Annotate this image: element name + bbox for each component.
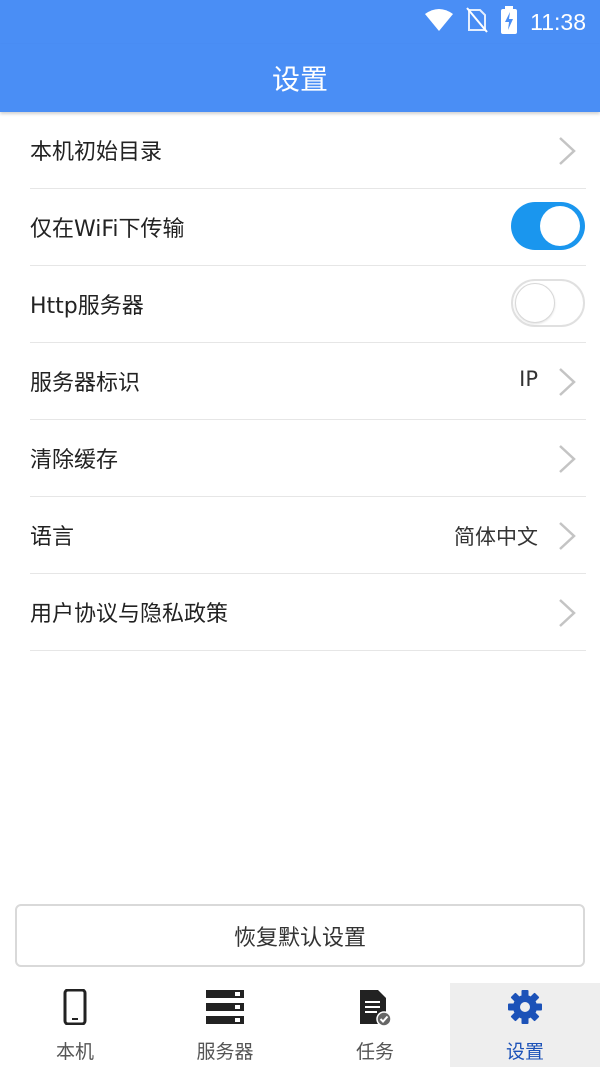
- nav-item-server[interactable]: 服务器: [150, 983, 300, 1067]
- nav-item-settings[interactable]: 设置: [450, 983, 600, 1067]
- status-time: 11:38: [530, 8, 586, 35]
- chevron-right-icon: [559, 368, 576, 396]
- app-bar: 设置: [0, 44, 600, 112]
- nav-label: 本机: [55, 1041, 94, 1063]
- gear-icon: [507, 989, 543, 1029]
- setting-label: 语言: [30, 525, 75, 550]
- setting-value: 简体中文: [454, 525, 538, 549]
- wifi-icon: [424, 8, 454, 36]
- setting-server-identifier[interactable]: 服务器标识 IP: [30, 343, 586, 420]
- nav-label: 任务: [355, 1041, 394, 1063]
- setting-privacy-policy[interactable]: 用户协议与隐私政策: [30, 574, 586, 651]
- nav-item-tasks[interactable]: 任务: [300, 983, 450, 1067]
- chevron-right-icon: [559, 522, 576, 550]
- battery-charging-icon: [500, 6, 518, 38]
- setting-label: 清除缓存: [30, 448, 119, 473]
- status-icons: 11:38: [424, 6, 586, 38]
- setting-initial-directory[interactable]: 本机初始目录: [30, 112, 586, 189]
- setting-language[interactable]: 语言 简体中文: [30, 497, 586, 574]
- bottom-nav: 本机 服务器 任务 设置: [0, 983, 600, 1067]
- setting-clear-cache[interactable]: 清除缓存: [30, 420, 586, 497]
- chevron-right-icon: [559, 137, 576, 165]
- setting-label: Http服务器: [30, 294, 144, 319]
- setting-http-server: Http服务器: [30, 266, 586, 343]
- server-icon: [205, 989, 245, 1029]
- settings-list: 本机初始目录 仅在WiFi下传输 Http服务器 服务器标识 IP 清除缓存 语…: [30, 112, 586, 651]
- nav-label: 设置: [505, 1041, 544, 1063]
- setting-label: 用户协议与隐私政策: [30, 602, 229, 627]
- setting-label: 本机初始目录: [30, 140, 163, 165]
- wifi-only-toggle[interactable]: [511, 202, 585, 250]
- no-sim-icon: [466, 7, 488, 37]
- nav-item-local[interactable]: 本机: [0, 983, 150, 1067]
- chevron-right-icon: [559, 599, 576, 627]
- restore-defaults-button[interactable]: 恢复默认设置: [15, 904, 585, 967]
- task-document-icon: [358, 989, 392, 1031]
- http-server-toggle[interactable]: [511, 279, 585, 327]
- phone-icon: [63, 988, 87, 1029]
- setting-wifi-only: 仅在WiFi下传输: [30, 189, 586, 266]
- status-bar: 11:38: [0, 0, 600, 44]
- page-title: 设置: [271, 63, 328, 96]
- chevron-right-icon: [559, 445, 576, 473]
- toggle-knob: [540, 206, 580, 246]
- nav-label: 服务器: [196, 1041, 254, 1063]
- setting-label: 服务器标识: [30, 371, 141, 396]
- toggle-knob: [515, 283, 555, 323]
- setting-value: IP: [519, 367, 538, 391]
- setting-label: 仅在WiFi下传输: [30, 217, 185, 242]
